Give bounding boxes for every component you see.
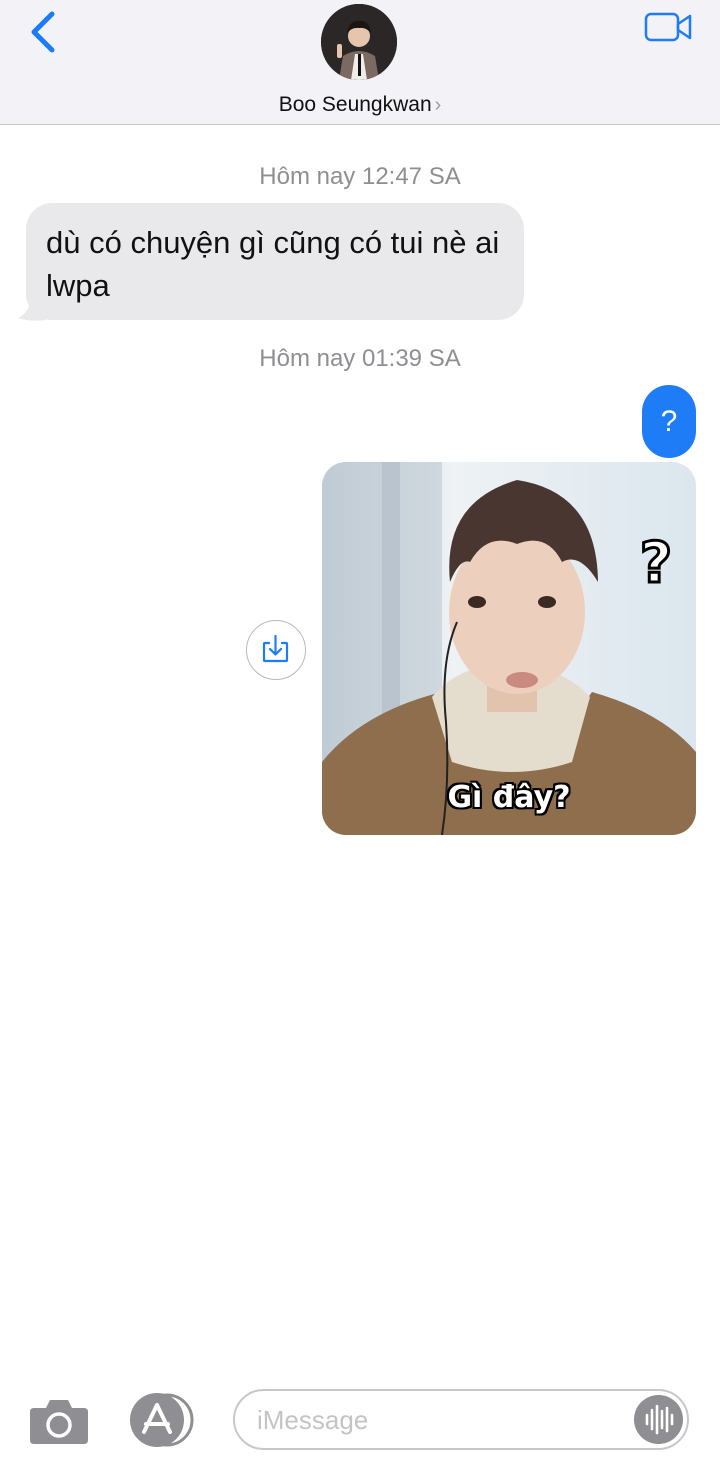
download-icon bbox=[262, 634, 289, 663]
app-store-icon bbox=[130, 1393, 194, 1447]
photo-caption: Gì đây? bbox=[447, 780, 571, 815]
back-button[interactable] bbox=[22, 8, 66, 56]
timestamp: Hôm nay 12:47 SA bbox=[259, 163, 461, 190]
contact-avatar[interactable] bbox=[321, 4, 397, 80]
question-mark-sticker: ? bbox=[640, 531, 672, 596]
contact-name[interactable]: Boo Seungkwan › bbox=[0, 92, 720, 118]
outgoing-message-bubble[interactable]: ? bbox=[642, 385, 696, 458]
incoming-message-bubble[interactable]: dù có chuyện gì cũng có tui nè ai lwpa bbox=[26, 203, 524, 320]
camera-button[interactable] bbox=[28, 1396, 90, 1446]
chevron-right-icon: › bbox=[434, 94, 442, 116]
outgoing-message-text: ? bbox=[660, 405, 678, 438]
contact-name-label: Boo Seungkwan bbox=[278, 93, 432, 116]
audio-waveform-icon bbox=[645, 1404, 674, 1435]
image-attachment[interactable]: ? Gì đây? bbox=[322, 462, 696, 835]
save-image-button[interactable] bbox=[246, 620, 306, 680]
video-camera-icon bbox=[644, 12, 692, 42]
chevron-left-icon bbox=[31, 11, 55, 53]
message-input-placeholder: iMessage bbox=[257, 1405, 369, 1435]
app-store-button[interactable] bbox=[124, 1392, 198, 1448]
video-call-button[interactable] bbox=[640, 8, 696, 48]
camera-icon bbox=[30, 1400, 88, 1444]
audio-message-button[interactable] bbox=[634, 1395, 683, 1444]
timestamp: Hôm nay 01:39 SA bbox=[259, 345, 461, 372]
incoming-message-text: dù có chuyện gì cũng có tui nè ai lwpa bbox=[46, 225, 500, 303]
message-input[interactable]: iMessage bbox=[233, 1389, 689, 1450]
conversation-header: Boo Seungkwan › bbox=[0, 0, 720, 125]
